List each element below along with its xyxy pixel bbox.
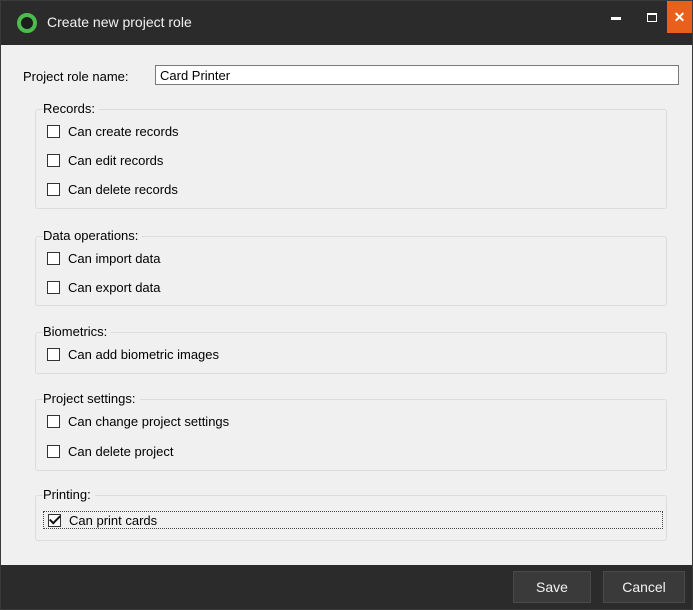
checkbox-label: Can delete project	[68, 443, 174, 459]
checkbox-row-edit-records[interactable]: Can edit records	[47, 150, 163, 170]
checkbox-change-settings[interactable]	[47, 414, 60, 428]
dialog-content: Project role name: Records: Can create r…	[13, 45, 686, 565]
title-bar[interactable]: Create new project role ✕	[1, 1, 692, 45]
checkbox-biometric-images[interactable]	[47, 347, 60, 361]
checkbox-label: Can create records	[68, 123, 179, 139]
dialog-window: Create new project role ✕ Project role n…	[0, 0, 693, 610]
checkbox-row-import-data[interactable]: Can import data	[47, 248, 161, 268]
checkbox-edit-records[interactable]	[47, 153, 60, 167]
group-data-operations: Data operations: Can import data Can exp…	[35, 228, 667, 306]
button-bar: Save Cancel	[1, 565, 692, 609]
group-records: Records: Can create records Can edit rec…	[35, 101, 667, 209]
close-icon: ✕	[673, 8, 686, 25]
checkbox-label: Can import data	[68, 250, 161, 266]
checkbox-row-export-data[interactable]: Can export data	[47, 277, 161, 297]
minimize-icon	[611, 16, 621, 20]
checkbox-row-biometric-images[interactable]: Can add biometric images	[47, 344, 219, 364]
role-name-input[interactable]	[155, 65, 679, 85]
app-logo-icon	[17, 13, 37, 33]
checkbox-label: Can delete records	[68, 181, 178, 197]
checkbox-print-cards[interactable]	[48, 513, 61, 527]
checkbox-label: Can edit records	[68, 152, 164, 168]
maximize-button[interactable]	[639, 1, 665, 33]
role-name-row: Project role name:	[23, 65, 679, 87]
group-printing: Printing: Can print cards	[35, 487, 667, 541]
checkbox-export-data[interactable]	[47, 280, 60, 294]
checkbox-row-delete-records[interactable]: Can delete records	[47, 179, 178, 199]
checkbox-import-data[interactable]	[47, 251, 60, 265]
group-label-printing: Printing:	[43, 487, 95, 503]
checkbox-label: Can add biometric images	[68, 346, 220, 362]
group-label-project-settings: Project settings:	[43, 391, 140, 407]
maximize-icon	[647, 12, 657, 22]
checkbox-delete-records[interactable]	[47, 182, 60, 196]
cancel-button[interactable]: Cancel	[603, 571, 685, 603]
group-label-data-operations: Data operations:	[43, 228, 143, 244]
role-name-label: Project role name:	[23, 68, 129, 84]
minimize-button[interactable]	[603, 1, 629, 33]
checkbox-row-change-settings[interactable]: Can change project settings	[47, 411, 229, 431]
checkbox-row-print-cards[interactable]: Can print cards	[43, 511, 663, 529]
checkbox-row-create-records[interactable]: Can create records	[47, 121, 179, 141]
group-label-biometrics: Biometrics:	[43, 324, 112, 340]
checkbox-label: Can print cards	[69, 512, 158, 528]
checkbox-create-records[interactable]	[47, 124, 60, 138]
group-label-records: Records:	[43, 101, 100, 117]
group-project-settings: Project settings: Can change project set…	[35, 391, 667, 471]
group-biometrics: Biometrics: Can add biometric images	[35, 324, 667, 374]
close-button[interactable]: ✕	[667, 1, 692, 33]
window-title: Create new project role	[47, 14, 192, 30]
checkbox-row-delete-project[interactable]: Can delete project	[47, 441, 174, 461]
checkbox-delete-project[interactable]	[47, 444, 60, 458]
save-button[interactable]: Save	[513, 571, 591, 603]
checkbox-label: Can export data	[68, 279, 161, 295]
checkbox-label: Can change project settings	[68, 413, 230, 429]
